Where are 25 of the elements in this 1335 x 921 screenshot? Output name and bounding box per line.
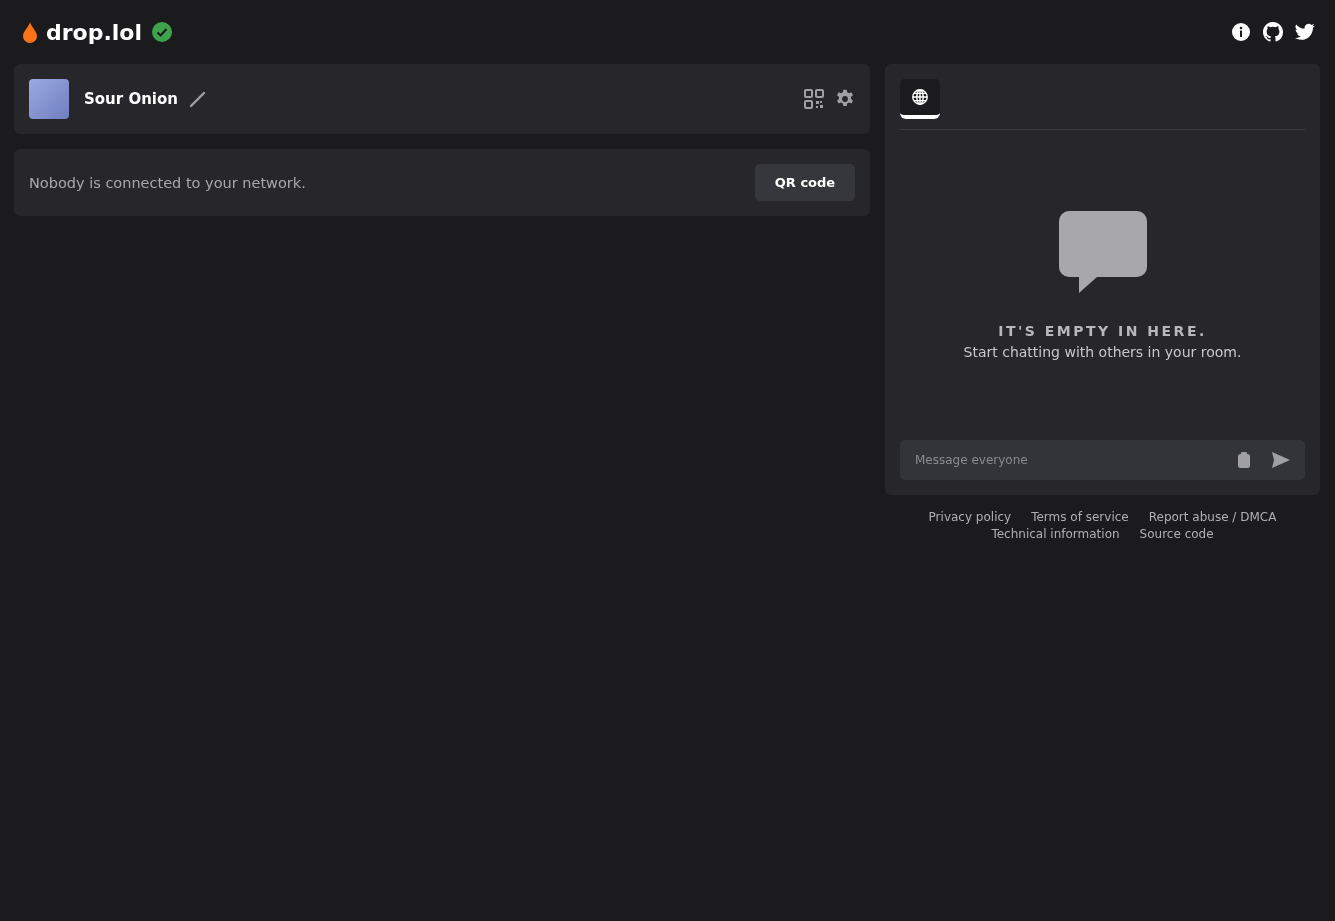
network-status-text: Nobody is connected to your network. bbox=[29, 174, 306, 191]
qr-code-button[interactable]: QR code bbox=[755, 164, 855, 201]
message-input[interactable]: Message everyone bbox=[900, 440, 1305, 480]
info-icon[interactable] bbox=[1231, 22, 1251, 42]
edit-pencil-icon[interactable] bbox=[187, 89, 208, 109]
room-tab[interactable] bbox=[900, 79, 940, 119]
footer-link[interactable]: Privacy policy bbox=[928, 510, 1012, 524]
qr-code-icon[interactable] bbox=[804, 89, 824, 109]
app-logo-text: drop.lol bbox=[46, 19, 142, 45]
empty-state-text: Start chatting with others in your room. bbox=[963, 343, 1242, 360]
flame-drop-icon bbox=[22, 21, 38, 43]
send-icon[interactable] bbox=[1272, 452, 1290, 468]
profile-name: Sour Onion bbox=[84, 90, 178, 108]
footer-link[interactable]: Report abuse / DMCA bbox=[1148, 510, 1277, 524]
footer-link[interactable]: Technical information bbox=[991, 527, 1120, 541]
speech-bubble-icon bbox=[1058, 210, 1147, 293]
footer-link[interactable]: Terms of service bbox=[1031, 510, 1129, 524]
github-icon[interactable] bbox=[1263, 22, 1283, 42]
footer-link[interactable]: Source code bbox=[1139, 527, 1214, 541]
empty-state-title: IT'S EMPTY IN HERE. bbox=[998, 322, 1207, 339]
avatar-square bbox=[29, 79, 69, 119]
bird-icon[interactable] bbox=[1295, 22, 1315, 42]
settings-icon[interactable] bbox=[835, 89, 855, 109]
clipboard-icon[interactable] bbox=[1238, 452, 1250, 468]
globe-icon bbox=[911, 88, 929, 106]
